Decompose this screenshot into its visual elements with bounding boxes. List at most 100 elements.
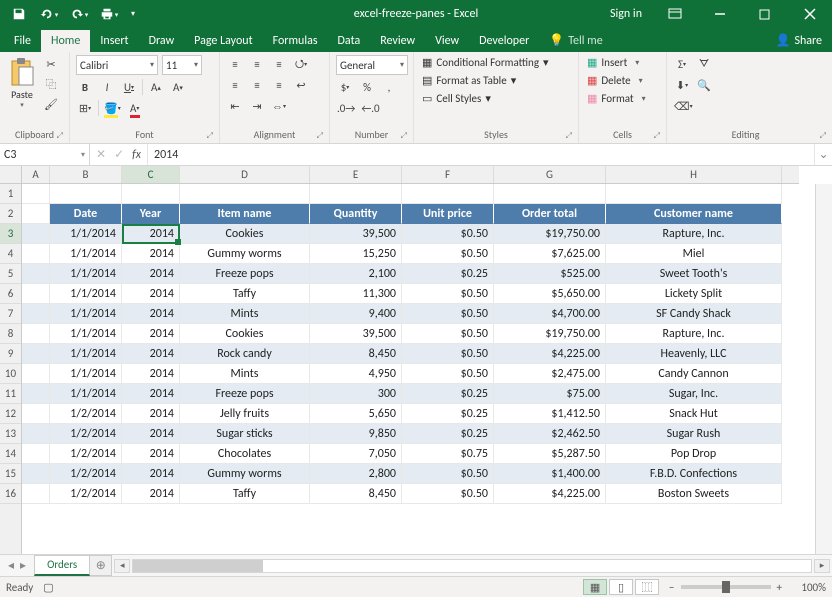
row-header-8[interactable]: 8 xyxy=(0,324,21,344)
cell[interactable]: 2014 xyxy=(122,444,180,464)
cell[interactable]: Heavenly, LLC xyxy=(606,344,782,364)
cell[interactable] xyxy=(22,384,50,404)
cell[interactable]: Candy Cannon xyxy=(606,364,782,384)
cell[interactable]: $0.25 xyxy=(402,384,494,404)
name-box[interactable]: C3▾ xyxy=(0,144,90,165)
cell[interactable]: 1/1/2014 xyxy=(50,284,122,304)
cell[interactable] xyxy=(606,184,782,204)
cell[interactable]: Quantity xyxy=(310,204,402,224)
cell[interactable] xyxy=(122,184,180,204)
cell[interactable]: Cookies xyxy=(180,224,310,244)
cell[interactable] xyxy=(22,184,50,204)
cell[interactable] xyxy=(22,364,50,384)
col-header-G[interactable]: G xyxy=(494,166,606,183)
cell[interactable]: 5,650 xyxy=(310,404,402,424)
cell[interactable]: Pop Drop xyxy=(606,444,782,464)
col-header-E[interactable]: E xyxy=(310,166,402,183)
row-header-12[interactable]: 12 xyxy=(0,404,21,424)
cell[interactable]: $525.00 xyxy=(494,264,606,284)
find-select-icon[interactable]: 🔍 xyxy=(695,76,713,94)
cancel-formula-icon[interactable]: ✕ xyxy=(96,147,106,162)
cell[interactable]: $2,475.00 xyxy=(494,364,606,384)
cell[interactable]: $0.50 xyxy=(402,324,494,344)
number-format-combo[interactable]: General▾ xyxy=(336,55,408,75)
cell[interactable]: $19,750.00 xyxy=(494,324,606,344)
fx-icon[interactable]: fx xyxy=(132,148,141,162)
cell[interactable]: Customer name xyxy=(606,204,782,224)
cell[interactable]: 2014 xyxy=(122,424,180,444)
cell[interactable]: 1/1/2014 xyxy=(50,364,122,384)
cell[interactable]: 2014 xyxy=(122,224,180,244)
decrease-decimal-icon[interactable]: ←.0 xyxy=(360,99,380,117)
paste-button[interactable]: Paste ▾ xyxy=(6,55,38,111)
cell[interactable]: 300 xyxy=(310,384,402,404)
cell[interactable]: Sugar Rush xyxy=(606,424,782,444)
cell[interactable]: $0.50 xyxy=(402,284,494,304)
format-cells-button[interactable]: ▦Format▾ xyxy=(585,91,648,106)
cell[interactable]: Mints xyxy=(180,364,310,384)
row-header-10[interactable]: 10 xyxy=(0,364,21,384)
align-top-icon[interactable]: ≡ xyxy=(226,55,244,73)
sheet-tab-orders[interactable]: Orders xyxy=(34,555,90,576)
cell[interactable]: 1/1/2014 xyxy=(50,304,122,324)
cell[interactable]: 9,850 xyxy=(310,424,402,444)
cell[interactable]: Boston Sweets xyxy=(606,484,782,504)
cell[interactable]: 2014 xyxy=(122,464,180,484)
tab-review[interactable]: Review xyxy=(370,30,425,52)
cell[interactable]: Year xyxy=(122,204,180,224)
comma-format-icon[interactable]: , xyxy=(380,78,398,96)
cell[interactable]: 1/2/2014 xyxy=(50,404,122,424)
cell[interactable]: Rock candy xyxy=(180,344,310,364)
cell[interactable]: Lickety Split xyxy=(606,284,782,304)
cell[interactable]: Taffy xyxy=(180,484,310,504)
zoom-level[interactable]: 100% xyxy=(788,581,826,594)
cell[interactable]: Cookies xyxy=(180,324,310,344)
cell-styles-button[interactable]: ▭Cell Styles▾ xyxy=(420,91,493,106)
cell[interactable] xyxy=(50,184,122,204)
format-as-table-button[interactable]: ▤Format as Table▾ xyxy=(420,73,518,88)
wrap-text-icon[interactable]: ↩ xyxy=(292,76,310,94)
cell[interactable] xyxy=(180,184,310,204)
cell[interactable]: SF Candy Shack xyxy=(606,304,782,324)
cell[interactable]: 8,450 xyxy=(310,484,402,504)
merge-center-icon[interactable]: ⇔▾ xyxy=(270,97,288,115)
cell[interactable] xyxy=(22,444,50,464)
zoom-in-button[interactable]: + xyxy=(777,581,782,594)
cell[interactable] xyxy=(22,244,50,264)
sheet-nav-prev-icon[interactable]: ◂ xyxy=(8,558,14,573)
font-size-combo[interactable]: 11▾ xyxy=(162,55,202,75)
autosum-icon[interactable]: Σ▾ xyxy=(673,55,691,73)
cell[interactable] xyxy=(22,464,50,484)
cell[interactable] xyxy=(22,344,50,364)
cell[interactable]: Taffy xyxy=(180,284,310,304)
cell[interactable]: 9,400 xyxy=(310,304,402,324)
cell[interactable]: 1/1/2014 xyxy=(50,384,122,404)
italic-button[interactable]: I xyxy=(98,78,116,96)
row-header-15[interactable]: 15 xyxy=(0,464,21,484)
undo-icon[interactable]: ▾ xyxy=(36,3,62,25)
cell[interactable] xyxy=(22,304,50,324)
cell[interactable]: 4,950 xyxy=(310,364,402,384)
row-header-2[interactable]: 2 xyxy=(0,204,21,224)
cell[interactable]: Date xyxy=(50,204,122,224)
cell[interactable]: 1/1/2014 xyxy=(50,344,122,364)
tab-formulas[interactable]: Formulas xyxy=(263,30,328,52)
zoom-out-button[interactable]: − xyxy=(669,581,674,594)
cell[interactable]: 2014 xyxy=(122,404,180,424)
cell[interactable]: F.B.D. Confections xyxy=(606,464,782,484)
row-header-6[interactable]: 6 xyxy=(0,284,21,304)
insert-cells-button[interactable]: ▦Insert▾ xyxy=(585,55,641,70)
cell[interactable]: 39,500 xyxy=(310,324,402,344)
select-all-corner[interactable] xyxy=(0,166,22,184)
vertical-scrollbar[interactable] xyxy=(815,184,832,554)
page-layout-view-icon[interactable]: ▯ xyxy=(609,579,633,595)
format-painter-icon[interactable]: 🖌 xyxy=(42,95,60,113)
cell[interactable]: Mints xyxy=(180,304,310,324)
cell[interactable]: Unit price xyxy=(402,204,494,224)
tab-home[interactable]: Home xyxy=(41,30,90,52)
qat-customize-icon[interactable]: ▾ xyxy=(126,3,140,25)
align-right-icon[interactable]: ≡ xyxy=(270,76,288,94)
cell[interactable]: 1/2/2014 xyxy=(50,484,122,504)
cell[interactable]: $0.25 xyxy=(402,404,494,424)
cell[interactable] xyxy=(22,284,50,304)
